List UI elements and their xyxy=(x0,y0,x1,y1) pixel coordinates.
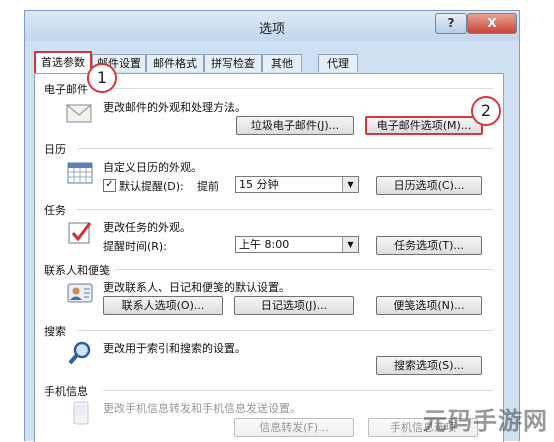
contact-options-button[interactable]: 联系人选项(O)... xyxy=(103,296,223,315)
mobile-description: 更改手机信息转发和手机信息发送设置。 xyxy=(103,402,301,415)
reminder-time-label: 提醒时间(R): xyxy=(103,240,167,253)
message-forwarding-button[interactable]: 信息转发(F)... xyxy=(234,418,354,437)
task-reminder-time-value: 上午 8:00 xyxy=(239,238,290,251)
tab-spelling[interactable]: 拼写检查 xyxy=(204,54,262,72)
title-bar: 选项 ? X xyxy=(25,11,519,41)
close-button[interactable]: X xyxy=(467,13,517,34)
options-dialog: 选项 ? X 首选参数 邮件设置 邮件格式 拼写检查 其他 代理 1 电子邮件 … xyxy=(24,10,520,442)
calendar-icon xyxy=(65,160,95,186)
contacts-section-title: 联系人和便笺 xyxy=(44,264,110,277)
default-reminder-checkbox[interactable]: ✓ xyxy=(103,179,116,192)
help-button[interactable]: ? xyxy=(435,13,467,34)
section-divider xyxy=(77,148,493,149)
magnifier-icon xyxy=(65,340,95,366)
section-divider xyxy=(95,88,493,89)
junk-email-button[interactable]: 垃圾电子邮件(J)... xyxy=(236,116,354,135)
calendar-options-button[interactable]: 日历选项(C)... xyxy=(376,176,482,195)
search-options-button[interactable]: 搜索选项(S)... xyxy=(376,356,482,375)
reminder-time-select[interactable]: 15 分钟 ▼ xyxy=(235,176,359,193)
email-section-title: 电子邮件 xyxy=(44,83,88,96)
reminder-time-value: 15 分钟 xyxy=(239,178,279,191)
calendar-description: 自定义日历的外观。 xyxy=(103,161,202,174)
search-description: 更改用于索引和搜索的设置。 xyxy=(103,342,246,355)
note-options-button[interactable]: 便笺选项(N)... xyxy=(376,296,482,315)
tab-delegates[interactable]: 代理 xyxy=(318,54,358,72)
email-description: 更改邮件的外观和处理方法。 xyxy=(103,101,246,114)
tab-other[interactable]: 其他 xyxy=(262,54,302,72)
chevron-down-icon: ▼ xyxy=(342,237,358,252)
contact-card-icon xyxy=(65,280,95,306)
section-divider xyxy=(115,269,493,270)
default-reminder-label: 默认提醒(D): xyxy=(119,180,184,193)
section-divider xyxy=(77,209,493,210)
mobile-phone-icon xyxy=(65,400,95,426)
task-check-icon xyxy=(65,220,95,246)
chevron-down-icon: ▼ xyxy=(342,177,358,192)
contacts-description: 更改联系人、日记和便笺的默认设置。 xyxy=(103,281,290,294)
calendar-section-title: 日历 xyxy=(44,143,66,156)
callout-badge-2: 2 xyxy=(471,96,501,126)
section-divider xyxy=(103,390,493,391)
email-options-button[interactable]: 电子邮件选项(M)... xyxy=(365,116,483,135)
mobile-section-title: 手机信息 xyxy=(44,385,88,398)
tab-mail-format[interactable]: 邮件格式 xyxy=(146,54,204,72)
task-options-button[interactable]: 任务选项(T)... xyxy=(376,236,482,255)
callout-badge-1: 1 xyxy=(87,63,117,93)
search-section-title: 搜索 xyxy=(44,325,66,338)
tasks-description: 更改任务的外观。 xyxy=(103,221,191,234)
tab-preferences[interactable]: 首选参数 xyxy=(34,51,92,73)
tasks-section-title: 任务 xyxy=(44,204,66,217)
watermark: 元码手游网 xyxy=(423,407,548,435)
task-reminder-time-select[interactable]: 上午 8:00 ▼ xyxy=(235,236,359,253)
preferences-panel: 电子邮件 更改邮件的外观和处理方法。 垃圾电子邮件(J)... 电子邮件选项(M… xyxy=(34,73,504,442)
journal-options-button[interactable]: 日记选项(J)... xyxy=(234,296,354,315)
section-divider xyxy=(77,330,493,331)
envelope-icon xyxy=(65,100,95,126)
advance-label: 提前 xyxy=(197,180,219,193)
